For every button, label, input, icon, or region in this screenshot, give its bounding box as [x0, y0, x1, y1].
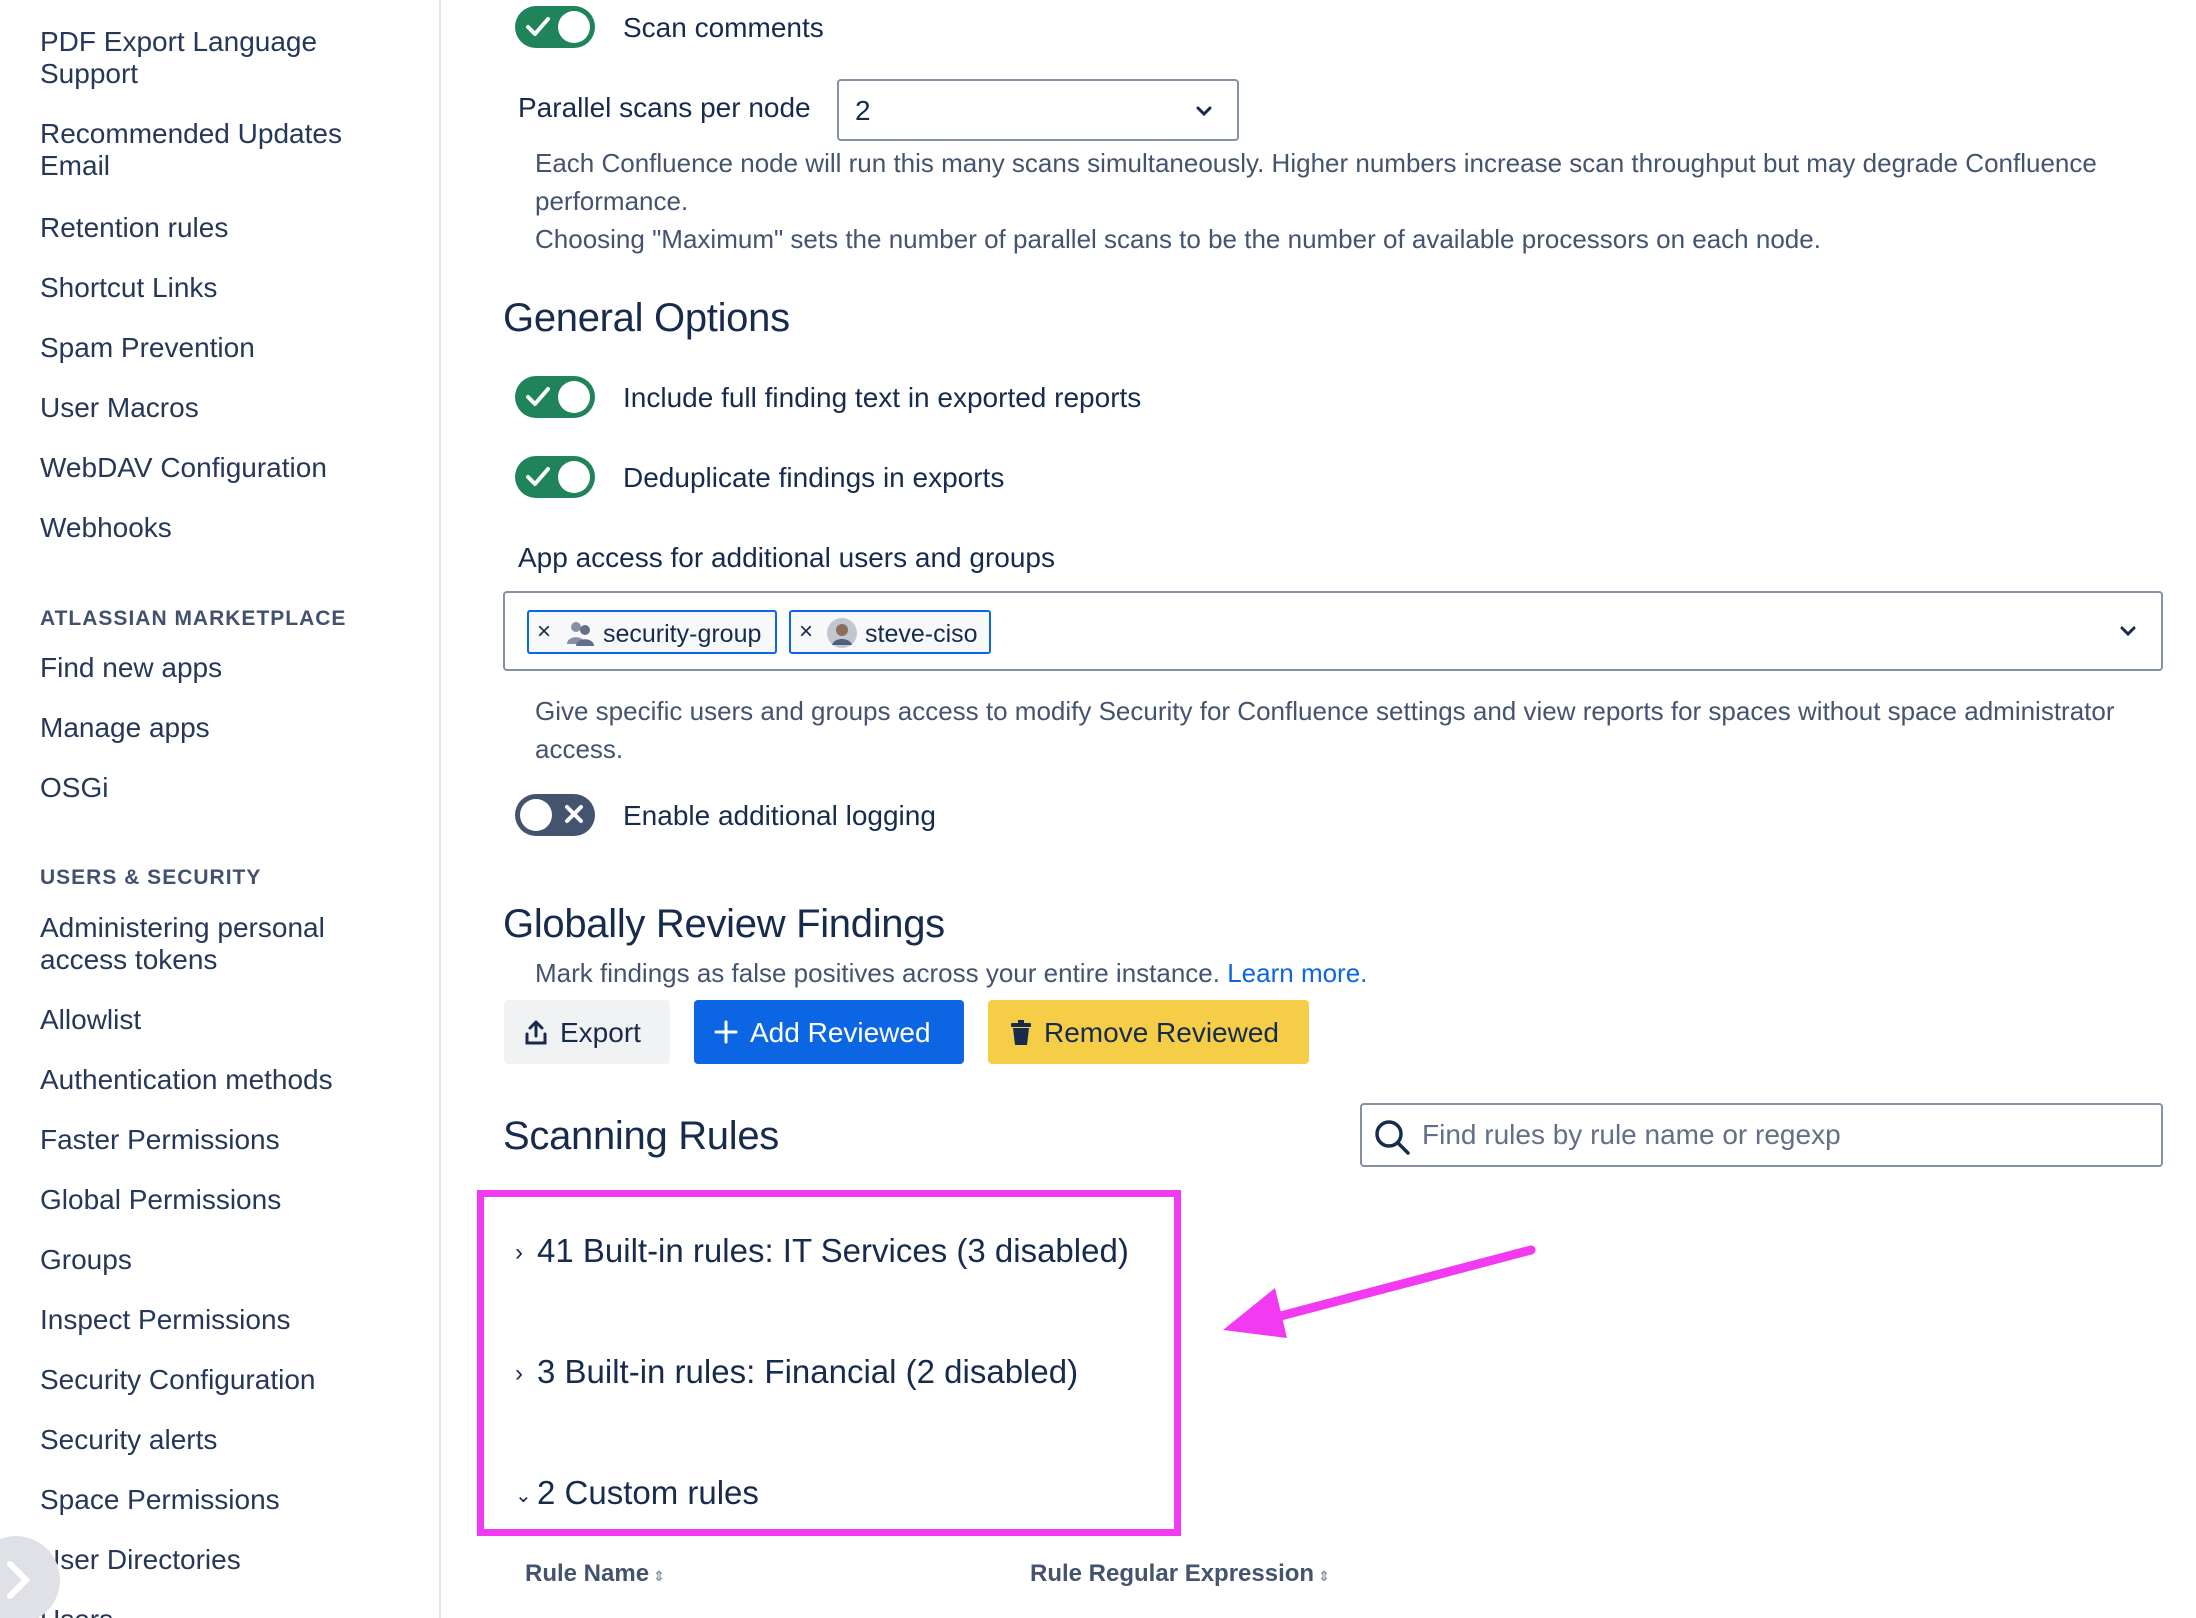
full-text-label: Include full finding text in exported re…	[623, 382, 1142, 413]
chevron-down-icon	[2120, 626, 2136, 637]
sidebar-heading-users-security: USERS & SECURITY	[40, 866, 262, 889]
access-chip-label: steve-ciso	[865, 620, 978, 648]
access-chip-label: security-group	[603, 620, 762, 648]
sidebar-item-webhooks[interactable]: Webhooks	[40, 512, 400, 544]
logging-label: Enable additional logging	[623, 800, 936, 831]
dedupe-label: Deduplicate findings in exports	[623, 462, 1005, 493]
sidebar-item-spam-prevention[interactable]: Spam Prevention	[40, 332, 400, 364]
export-button[interactable]: Export	[504, 1000, 670, 1064]
rule-group-financial[interactable]: › 3 Built-in rules: Financial (2 disabled…	[515, 1353, 1078, 1391]
rule-group-custom[interactable]: ⌄ 2 Custom rules	[515, 1474, 759, 1512]
scan-comments-label: Scan comments	[623, 12, 824, 43]
sort-icon: ⇕	[653, 1568, 665, 1584]
sidebar-item-shortcut-links[interactable]: Shortcut Links	[40, 272, 400, 304]
review-findings-help: Mark findings as false positives across …	[535, 958, 1368, 988]
chevron-down-icon	[1196, 106, 1212, 117]
sort-icon: ⇕	[1318, 1568, 1330, 1584]
rule-group-it-services[interactable]: › 41 Built-in rules: IT Services (3 disab…	[515, 1232, 1129, 1270]
arrow-annotation	[1223, 1245, 1536, 1338]
sidebar-item-security-configuration[interactable]: Security Configuration	[40, 1364, 400, 1396]
trash-icon	[1011, 1020, 1031, 1045]
column-header-rule-name[interactable]: Rule Name ⇕	[525, 1560, 665, 1588]
app-access-help: Give specific users and groups access to…	[535, 696, 2115, 764]
rules-search-input[interactable]	[1422, 1115, 2142, 1155]
sidebar-item-users[interactable]: Users	[40, 1604, 400, 1618]
close-icon	[565, 805, 583, 823]
logging-toggle[interactable]	[515, 794, 595, 836]
remove-chip-icon[interactable]: ×	[799, 618, 813, 646]
check-icon	[526, 17, 550, 36]
app-access-label: App access for additional users and grou…	[518, 542, 1055, 573]
check-icon	[526, 467, 550, 486]
sidebar-item-webdav-configuration[interactable]: WebDAV Configuration	[40, 452, 400, 484]
sidebar-item-allowlist[interactable]: Allowlist	[40, 1004, 400, 1036]
sidebar-item-security-alerts[interactable]: Security alerts	[40, 1424, 400, 1456]
sidebar-item-manage-apps[interactable]: Manage apps	[40, 712, 400, 744]
general-options-heading: General Options	[503, 296, 790, 340]
export-icon	[525, 1020, 547, 1045]
chevron-right-icon	[7, 1561, 31, 1599]
column-header-rule-regex[interactable]: Rule Regular Expression ⇕	[1030, 1560, 1330, 1588]
rules-search-field[interactable]	[1360, 1103, 2163, 1167]
app-access-multiselect[interactable]: × security-group × steve-ciso	[503, 591, 2163, 671]
sidebar-item-osgi[interactable]: OSGi	[40, 772, 400, 804]
sidebar-item-pdf-export-language-support[interactable]: PDF Export Language Support	[40, 26, 400, 90]
sidebar-item-user-macros[interactable]: User Macros	[40, 392, 400, 424]
sidebar-item-global-permissions[interactable]: Global Permissions	[40, 1184, 400, 1216]
full-text-toggle[interactable]	[515, 376, 595, 418]
plus-icon	[714, 1020, 738, 1044]
check-icon	[526, 387, 550, 406]
group-icon	[567, 622, 594, 646]
parallel-scans-value: 2	[855, 95, 871, 126]
chevron-right-icon: ›	[515, 1360, 523, 1388]
sidebar-item-personal-access-tokens[interactable]: Administering personal access tokens	[40, 912, 400, 976]
remove-chip-icon[interactable]: ×	[537, 618, 551, 646]
scan-comments-toggle[interactable]	[515, 6, 595, 48]
dedupe-toggle[interactable]	[515, 456, 595, 498]
access-chip-security-group: × security-group	[527, 610, 777, 654]
user-avatar	[827, 618, 857, 648]
sidebar-item-user-directories[interactable]: User Directories	[40, 1544, 400, 1576]
parallel-scans-help: Each Confluence node will run this many …	[535, 148, 2097, 216]
add-reviewed-button[interactable]: Add Reviewed	[694, 1000, 964, 1064]
chevron-down-icon: ⌄	[515, 1484, 532, 1507]
remove-reviewed-button[interactable]: Remove Reviewed	[988, 1000, 1309, 1064]
sidebar-item-faster-permissions[interactable]: Faster Permissions	[40, 1124, 400, 1156]
admin-sidebar: PDF Export Language Support Recommended …	[0, 0, 441, 1618]
sidebar-item-space-permissions[interactable]: Space Permissions	[40, 1484, 400, 1516]
sidebar-item-find-new-apps[interactable]: Find new apps	[40, 652, 400, 684]
access-chip-steve-ciso: × steve-ciso	[789, 610, 991, 654]
parallel-scans-label: Parallel scans per node	[518, 92, 811, 123]
chevron-right-icon: ›	[515, 1239, 523, 1267]
sidebar-item-inspect-permissions[interactable]: Inspect Permissions	[40, 1304, 400, 1336]
parallel-scans-select[interactable]: 2	[837, 79, 1239, 141]
search-icon	[1375, 1120, 1410, 1155]
sidebar-heading-marketplace: ATLASSIAN MARKETPLACE	[40, 607, 347, 630]
sidebar-item-groups[interactable]: Groups	[40, 1244, 400, 1276]
sidebar-item-retention-rules[interactable]: Retention rules	[40, 212, 400, 244]
parallel-scans-help-maximum: Choosing "Maximum" sets the number of pa…	[535, 224, 1821, 254]
sidebar-item-authentication-methods[interactable]: Authentication methods	[40, 1064, 400, 1096]
sidebar-item-recommended-updates-email[interactable]: Recommended Updates Email	[40, 118, 400, 182]
scanning-rules-heading: Scanning Rules	[503, 1114, 779, 1158]
learn-more-link[interactable]: Learn more.	[1227, 958, 1367, 988]
review-findings-heading: Globally Review Findings	[503, 902, 945, 946]
main-content: Scan comments Parallel scans per node 2 …	[443, 0, 2196, 1618]
